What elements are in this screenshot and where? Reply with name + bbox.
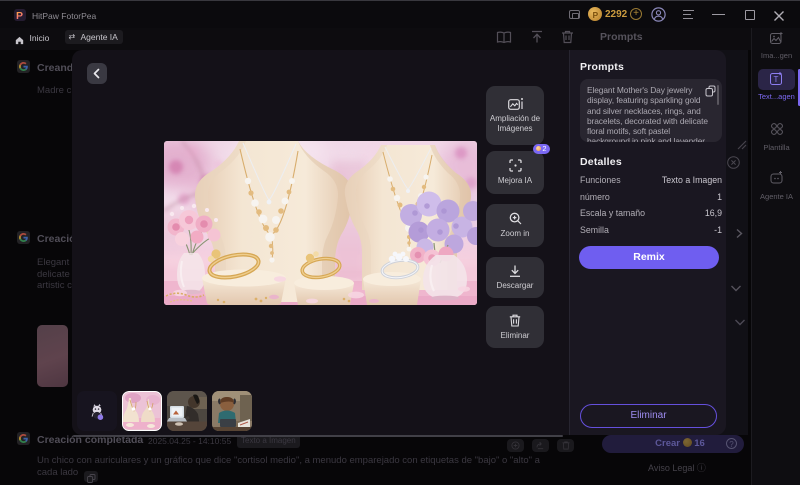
svg-text:T: T	[774, 75, 779, 84]
